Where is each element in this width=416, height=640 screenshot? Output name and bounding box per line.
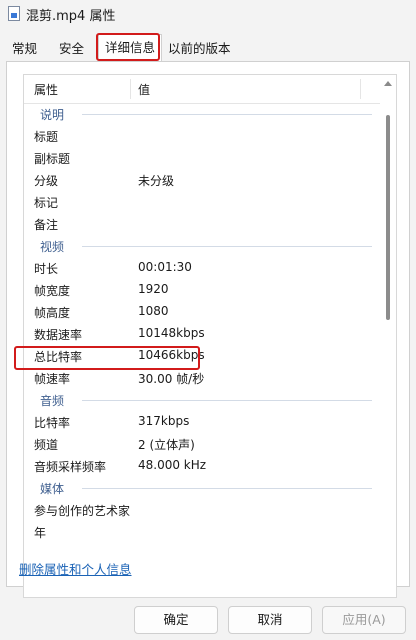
property-value[interactable]: 2 (立体声) — [138, 436, 195, 453]
property-value[interactable]: 30.00 帧/秒 — [138, 370, 204, 387]
section-header: 视频 — [24, 235, 380, 257]
property-name: 音频采样频率 — [34, 460, 107, 474]
property-value[interactable]: 48.000 kHz — [138, 458, 206, 472]
property-name: 帧高度 — [34, 306, 71, 320]
property-value[interactable]: 10148kbps — [138, 326, 205, 340]
window-title: 混剪.mp4 属性 — [26, 9, 116, 24]
section-divider — [82, 400, 372, 401]
property-name: 频道 — [34, 438, 59, 452]
property-name: 总比特率 — [34, 350, 83, 364]
property-name: 帧速率 — [34, 372, 71, 386]
section-header: 说明 — [24, 103, 380, 125]
remove-properties-link[interactable]: 删除属性和个人信息 — [19, 559, 132, 578]
property-row[interactable]: 帧高度 1080 — [24, 301, 380, 323]
property-row[interactable]: 标题 — [24, 125, 380, 147]
section-divider — [82, 488, 372, 489]
properties-list[interactable]: 属性 值 说明标题副标题分级 未分级标记备注视频时长 00:01:30 帧宽度 1920… — [23, 74, 397, 598]
section-title: 媒体 — [40, 482, 65, 496]
property-name: 数据速率 — [34, 328, 83, 342]
property-row[interactable]: 帧宽度 1920 — [24, 279, 380, 301]
tab-general[interactable]: 常规 — [10, 38, 39, 60]
property-name: 备注 — [34, 218, 59, 232]
property-value[interactable]: 1080 — [138, 304, 169, 318]
property-row[interactable]: 备注 — [24, 213, 380, 235]
property-name: 比特率 — [34, 416, 71, 430]
tab-security[interactable]: 安全 — [57, 38, 86, 60]
property-row[interactable]: 标记 — [24, 191, 380, 213]
property-name: 年 — [34, 526, 47, 540]
tab-details[interactable]: 详细信息 — [98, 34, 163, 62]
video-file-icon — [8, 6, 20, 21]
property-name: 时长 — [34, 262, 59, 276]
property-row[interactable]: 频道 2 (立体声) — [24, 433, 380, 455]
scroll-thumb[interactable] — [386, 115, 390, 320]
property-value[interactable]: 317kbps — [138, 414, 189, 428]
property-name: 参与创作的艺术家 — [34, 504, 131, 518]
section-divider — [82, 246, 372, 247]
property-value[interactable]: 00:01:30 — [138, 260, 192, 274]
vertical-scrollbar[interactable] — [380, 75, 396, 597]
section-header: 媒体 — [24, 477, 380, 499]
apply-button[interactable]: 应用(A) — [322, 606, 406, 634]
property-row[interactable]: 总比特率 10466kbps — [24, 345, 380, 367]
property-rows: 说明标题副标题分级 未分级标记备注视频时长 00:01:30 帧宽度 1920 帧高度 10… — [24, 103, 380, 543]
title-bar: 混剪.mp4 属性 — [0, 0, 416, 28]
property-value[interactable]: 10466kbps — [138, 348, 205, 362]
section-title: 视频 — [40, 240, 65, 254]
details-panel: 属性 值 说明标题副标题分级 未分级标记备注视频时长 00:01:30 帧宽度 1920… — [6, 61, 410, 598]
property-row[interactable]: 数据速率 10148kbps — [24, 323, 380, 345]
property-row[interactable]: 年 — [24, 521, 380, 543]
column-divider — [130, 79, 131, 99]
property-row[interactable]: 帧速率 30.00 帧/秒 — [24, 367, 380, 389]
scroll-up-arrow-icon[interactable] — [384, 81, 392, 86]
tab-previous-versions[interactable]: 以前的版本 — [166, 38, 233, 60]
property-name: 副标题 — [34, 152, 71, 166]
property-row[interactable]: 参与创作的艺术家 — [24, 499, 380, 521]
property-name: 标题 — [34, 130, 59, 144]
section-title: 音频 — [40, 394, 65, 408]
ok-button[interactable]: 确定 — [134, 606, 218, 634]
property-row[interactable]: 比特率 317kbps — [24, 411, 380, 433]
property-row[interactable]: 分级 未分级 — [24, 169, 380, 191]
section-header: 音频 — [24, 389, 380, 411]
property-row[interactable]: 时长 00:01:30 — [24, 257, 380, 279]
column-divider — [360, 79, 361, 99]
property-row[interactable]: 副标题 — [24, 147, 380, 169]
property-value[interactable]: 未分级 — [138, 172, 174, 189]
column-header-value[interactable]: 值 — [138, 81, 150, 98]
property-row[interactable]: 音频采样频率 48.000 kHz — [24, 455, 380, 477]
tab-strip: 常规 安全 详细信息 以前的版本 — [0, 34, 416, 62]
property-name: 帧宽度 — [34, 284, 71, 298]
section-divider — [82, 114, 372, 115]
list-header: 属性 值 — [24, 75, 380, 104]
property-value[interactable]: 1920 — [138, 282, 169, 296]
property-name: 标记 — [34, 196, 59, 210]
column-header-property[interactable]: 属性 — [34, 81, 58, 98]
section-title: 说明 — [40, 108, 65, 122]
property-name: 分级 — [34, 174, 59, 188]
cancel-button[interactable]: 取消 — [228, 606, 312, 634]
